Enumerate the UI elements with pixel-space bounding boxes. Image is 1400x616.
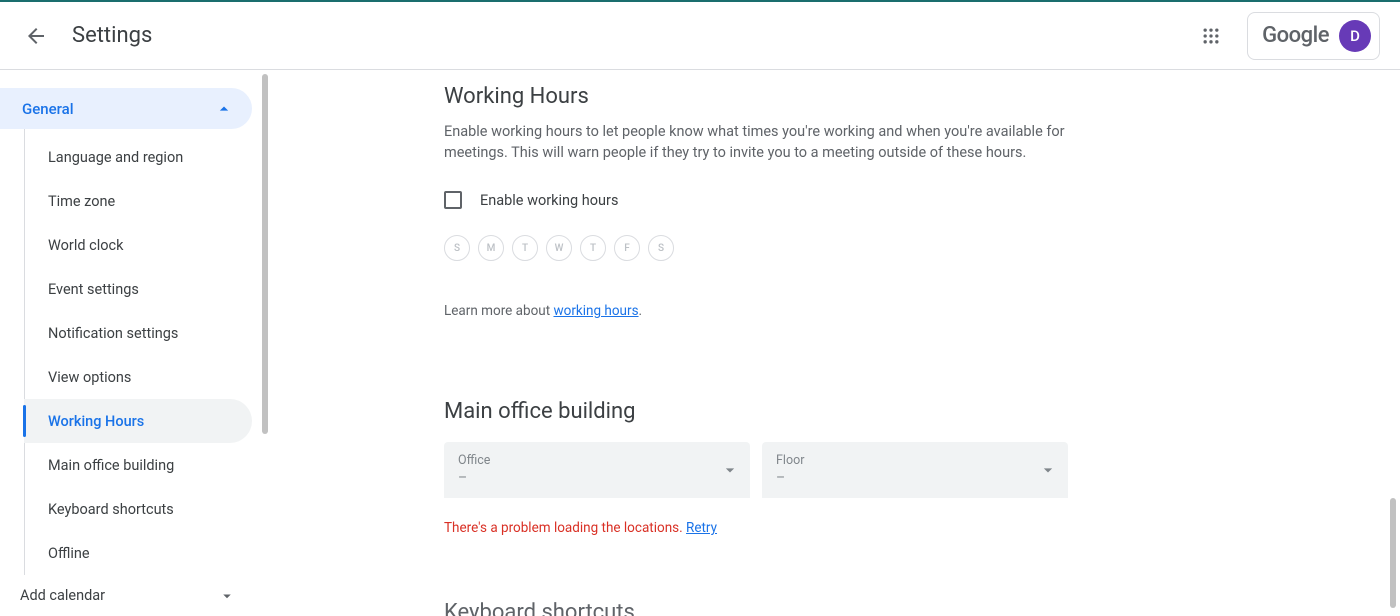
google-apps-button[interactable] [1191, 16, 1231, 56]
header-right-cluster: Google D [1191, 12, 1400, 60]
section-heading-main-office: Main office building [444, 399, 1204, 424]
sidebar-item[interactable]: World clock [24, 223, 252, 267]
learn-more-prefix: Learn more about [444, 303, 553, 319]
floor-dropdown[interactable]: Floor – [762, 442, 1068, 498]
sidebar-item-label: Main office building [48, 457, 174, 474]
floor-dropdown-label: Floor [776, 453, 1054, 468]
section-heading-working-hours: Working Hours [444, 84, 1204, 109]
working-hours-days-row: SMTWTFS [444, 235, 1204, 261]
back-button[interactable] [24, 24, 48, 48]
office-dropdown-label: Office [458, 453, 736, 468]
learn-more-suffix: . [639, 303, 643, 319]
avatar[interactable]: D [1339, 20, 1371, 52]
sidebar-item-label: Keyboard shortcuts [48, 501, 174, 518]
caret-down-icon [1038, 460, 1058, 480]
day-toggle[interactable]: M [478, 235, 504, 261]
enable-working-hours-checkbox[interactable] [444, 191, 462, 209]
page-title: Settings [72, 23, 152, 48]
sidebar-item[interactable]: Time zone [24, 179, 252, 223]
sidebar-section-label: General [22, 100, 74, 118]
app-header: Settings Google D [0, 2, 1400, 70]
sidebar-item[interactable]: Main office building [24, 443, 252, 487]
sidebar-item[interactable]: Offline [24, 531, 252, 575]
main-scrollbar[interactable] [1390, 498, 1396, 608]
location-error-text: There's a problem loading the locations. [444, 520, 686, 536]
section-heading-keyboard-shortcuts: Keyboard shortcuts [444, 600, 1204, 616]
sidebar-item[interactable]: Keyboard shortcuts [24, 487, 252, 531]
sidebar-item[interactable]: Language and region [24, 135, 252, 179]
sidebar-item-label: Time zone [48, 193, 115, 210]
working-hours-learn-more: Learn more about working hours. [444, 303, 1204, 319]
day-toggle[interactable]: S [444, 235, 470, 261]
retry-link[interactable]: Retry [686, 520, 717, 536]
main-pane: Working Hours Enable working hours to le… [262, 72, 1400, 616]
sidebar-item-add-calendar[interactable]: Add calendar [0, 575, 262, 616]
office-dropdown[interactable]: Office – [444, 442, 750, 498]
sidebar-item-label: Notification settings [48, 325, 178, 342]
google-logo: Google [1262, 23, 1329, 48]
floor-dropdown-value: – [776, 470, 1054, 486]
apps-grid-icon [1201, 26, 1221, 46]
day-toggle[interactable]: T [512, 235, 538, 261]
day-toggle[interactable]: S [648, 235, 674, 261]
sidebar-item[interactable]: View options [24, 355, 252, 399]
working-hours-link[interactable]: working hours [553, 303, 638, 319]
settings-content: Working Hours Enable working hours to le… [444, 72, 1204, 616]
sidebar-subitems: Language and region Time zone World clock E… [24, 129, 262, 575]
caret-down-icon [720, 460, 740, 480]
sidebar-section-general[interactable]: General [0, 88, 252, 129]
enable-working-hours-row: Enable working hours [444, 191, 1204, 209]
arrow-left-icon [24, 24, 48, 48]
day-toggle[interactable]: W [546, 235, 572, 261]
sidebar-item-label: World clock [48, 237, 123, 254]
sidebar-item-label: Language and region [48, 149, 183, 166]
add-calendar-label: Add calendar [20, 587, 105, 604]
sidebar-item-label: View options [48, 369, 131, 386]
body-area: General Language and region Time zone Worl… [0, 72, 1400, 616]
working-hours-description: Enable working hours to let people know … [444, 121, 1104, 163]
avatar-initial: D [1350, 27, 1360, 45]
sidebar-item-label: Working Hours [48, 413, 144, 430]
chevron-down-icon [218, 587, 236, 605]
office-floor-row: Office – Floor – [444, 442, 1204, 498]
account-box[interactable]: Google D [1247, 12, 1380, 60]
settings-sidebar: General Language and region Time zone Worl… [0, 72, 262, 616]
sidebar-item[interactable]: Event settings [24, 267, 252, 311]
day-toggle[interactable]: T [580, 235, 606, 261]
sidebar-item[interactable]: Notification settings [24, 311, 252, 355]
sidebar-item-label: Offline [48, 545, 90, 562]
day-toggle[interactable]: F [614, 235, 640, 261]
location-error-row: There's a problem loading the locations.… [444, 520, 1204, 536]
sidebar-item[interactable]: Working Hours [24, 399, 252, 443]
office-dropdown-value: – [458, 470, 736, 486]
chevron-up-icon [214, 99, 234, 119]
enable-working-hours-label: Enable working hours [480, 192, 618, 209]
sidebar-item-label: Event settings [48, 281, 139, 298]
